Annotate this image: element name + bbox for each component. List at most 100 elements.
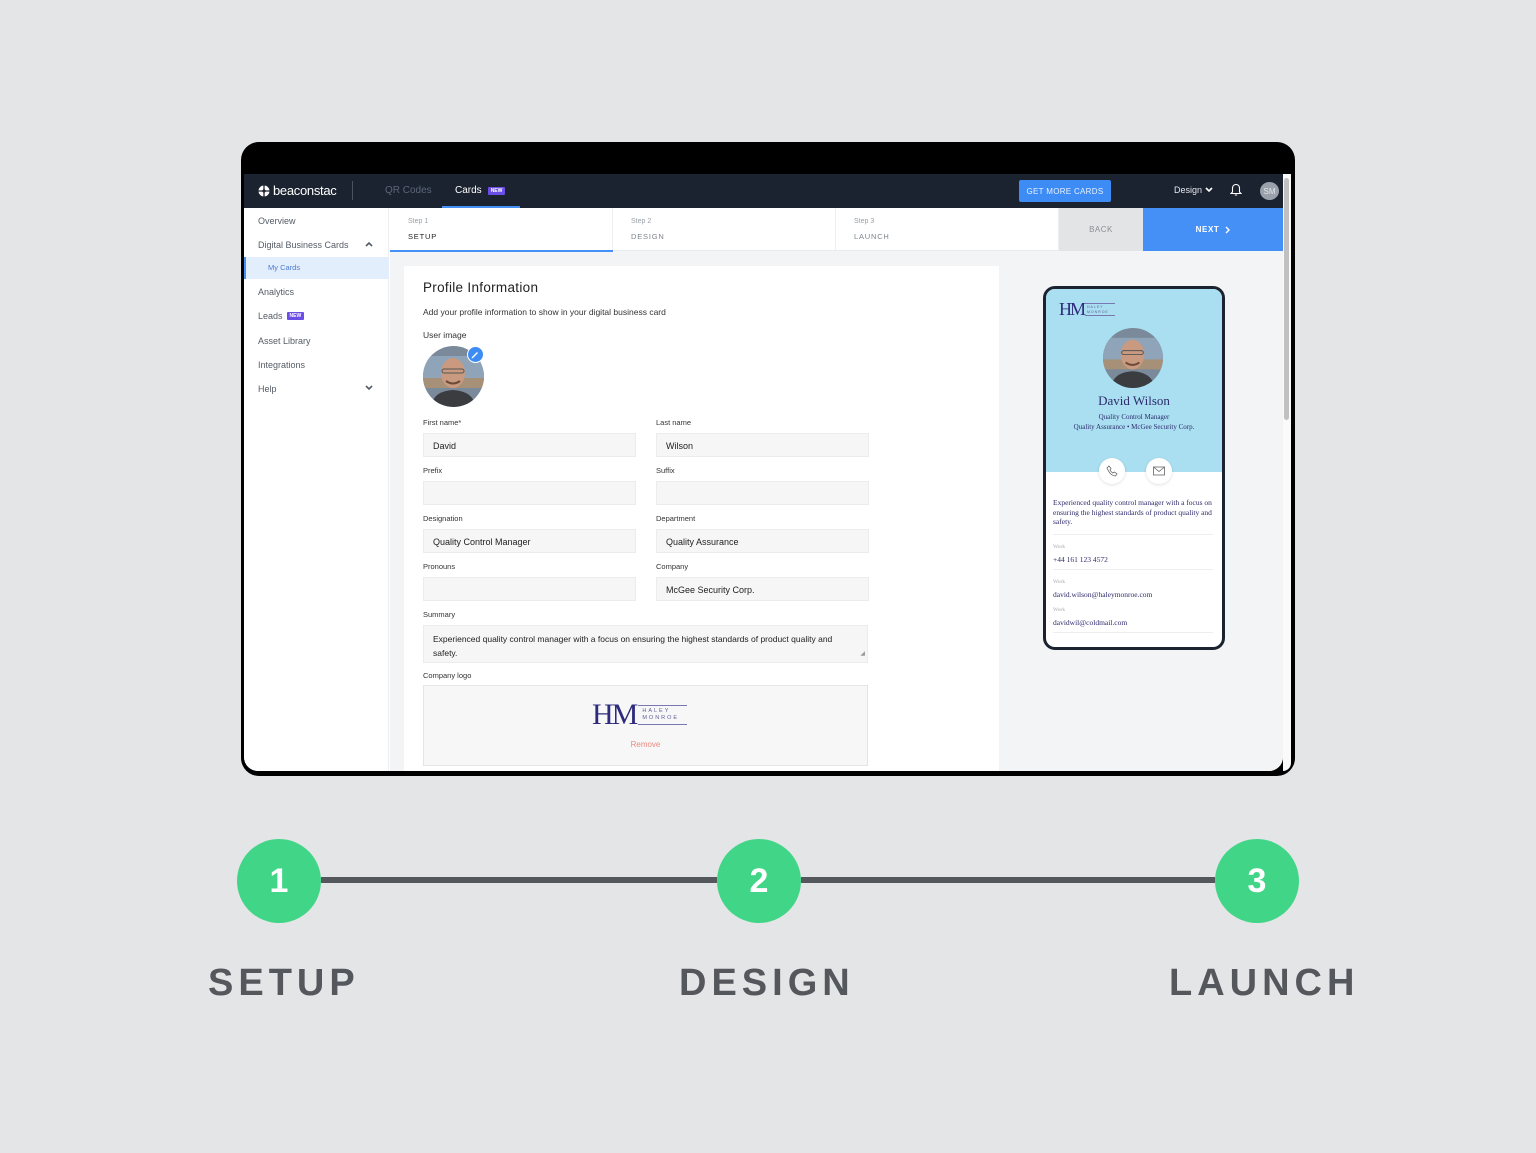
- top-nav: beaconstac QR Codes Cards NEW GET MORE C…: [244, 174, 1283, 208]
- chevron-down-icon: [1205, 187, 1213, 193]
- preview-summary: Experienced quality control manager with…: [1053, 498, 1212, 526]
- step-number: Step 2: [631, 218, 652, 225]
- step-name: SETUP: [408, 232, 438, 241]
- remove-logo-link[interactable]: Remove: [424, 740, 867, 749]
- device-frame: beaconstac QR Codes Cards NEW GET MORE C…: [241, 142, 1295, 776]
- sidebar-item-asset-library[interactable]: Asset Library: [258, 336, 311, 346]
- prefix-label: Prefix: [423, 466, 443, 475]
- logo-initials: HM: [1059, 299, 1086, 319]
- nav-tab-cards[interactable]: Cards NEW: [455, 185, 506, 196]
- summary-textarea[interactable]: Experienced quality control manager with…: [423, 625, 868, 663]
- preview-photo: [1103, 328, 1163, 388]
- designation-input[interactable]: Quality Control Manager: [423, 529, 636, 553]
- email-button[interactable]: [1146, 458, 1172, 484]
- panel-title: Profile Information: [423, 280, 539, 295]
- page-scrollbar[interactable]: [1283, 174, 1291, 771]
- contact-type: Work: [1053, 544, 1066, 550]
- sidebar-item-overview[interactable]: Overview: [258, 216, 296, 226]
- logo-line1: HALEY: [642, 708, 671, 715]
- preview-designation: Quality Control Manager: [1098, 413, 1170, 421]
- last-name-input[interactable]: Wilson: [656, 433, 869, 457]
- pronouns-input[interactable]: [423, 577, 636, 601]
- summary-text: Experienced quality control manager with…: [433, 634, 833, 658]
- logo-initials: HM: [592, 698, 638, 731]
- sidebar-item-help[interactable]: Help: [258, 384, 277, 394]
- next-button[interactable]: NEXT: [1143, 208, 1283, 251]
- user-image-label: User image: [423, 330, 467, 340]
- sidebar-item-my-cards[interactable]: My Cards: [244, 257, 389, 279]
- chevron-up-icon[interactable]: [365, 241, 373, 247]
- profile-form-panel: Profile Information Add your profile inf…: [404, 266, 999, 771]
- workspace-dropdown-label: Design: [1174, 185, 1203, 195]
- sidebar-item-integrations[interactable]: Integrations: [258, 360, 305, 370]
- wizard-step-design[interactable]: Step 2 DESIGN: [613, 208, 836, 251]
- new-badge: NEW: [286, 312, 305, 320]
- logo-line2: MONROE: [642, 715, 680, 721]
- progress-connector: [801, 877, 1215, 883]
- user-avatar[interactable]: SM: [1260, 182, 1279, 200]
- chevron-down-icon[interactable]: [365, 385, 373, 391]
- nav-tab-qr-codes[interactable]: QR Codes: [385, 185, 432, 196]
- wizard-step-launch[interactable]: Step 3 LAUNCH: [836, 208, 1059, 251]
- process-step-label: LAUNCH: [1169, 962, 1360, 1004]
- workspace-dropdown[interactable]: Design: [1174, 185, 1213, 195]
- process-step-label: SETUP: [208, 962, 360, 1004]
- logo-wordmark: HALEY MONROE: [1085, 303, 1115, 316]
- call-button[interactable]: [1099, 458, 1125, 484]
- last-name-label: Last name: [656, 418, 692, 427]
- sidebar-item-analytics[interactable]: Analytics: [258, 287, 294, 297]
- app-screen: beaconstac QR Codes Cards NEW GET MORE C…: [244, 174, 1283, 771]
- card-header: HM HALEY MONROE David Wilson Quality Con…: [1046, 289, 1222, 472]
- suffix-input[interactable]: [656, 481, 869, 505]
- suffix-label: Suffix: [656, 466, 675, 475]
- progress-connector: [321, 877, 717, 883]
- brand-logo[interactable]: beaconstac: [258, 183, 337, 198]
- sidebar-item-leads[interactable]: Leads NEW: [258, 311, 305, 321]
- sidebar-item-digital-business-cards[interactable]: Digital Business Cards: [258, 240, 349, 250]
- preview-phone-number[interactable]: +44 161 123 4572: [1053, 555, 1108, 564]
- sidebar-item-my-cards-label: My Cards: [268, 263, 301, 272]
- pencil-icon: [471, 352, 478, 359]
- first-name-input[interactable]: David: [423, 433, 636, 457]
- preview-email-personal[interactable]: davidwil@coldmail.com: [1053, 618, 1127, 627]
- company-input[interactable]: McGee Security Corp.: [656, 577, 869, 601]
- brand-name: beaconstac: [273, 183, 337, 198]
- company-logo-upload[interactable]: HM HALEY MONROE Remove: [423, 685, 868, 766]
- edit-photo-button[interactable]: [467, 346, 484, 363]
- nav-divider: [352, 181, 353, 200]
- new-badge: NEW: [487, 186, 506, 195]
- preview-name: David Wilson: [1098, 393, 1170, 408]
- logo-line2: MONROE: [1087, 309, 1109, 314]
- first-name-label: First name*: [423, 418, 462, 427]
- contact-type: Work: [1053, 607, 1066, 613]
- mail-icon: [1153, 466, 1165, 476]
- sidebar-item-leads-label: Leads: [258, 311, 283, 321]
- department-input[interactable]: Quality Assurance: [656, 529, 869, 553]
- logo-wordmark: HALEY MONROE: [638, 705, 688, 725]
- wizard-step-setup[interactable]: Step 1 SETUP: [390, 208, 613, 252]
- back-button[interactable]: BACK: [1059, 208, 1143, 251]
- process-step-dot: 3: [1215, 839, 1299, 923]
- wizard-steps: Step 1 SETUP Step 2 DESIGN Step 3 LAUNCH…: [390, 208, 1283, 252]
- step-name: LAUNCH: [854, 232, 890, 241]
- summary-label: Summary: [423, 610, 456, 619]
- divider: [1053, 569, 1213, 570]
- step-number: Step 3: [854, 218, 875, 225]
- company-logo-image: HM HALEY MONROE: [592, 698, 688, 732]
- resize-handle-icon[interactable]: ◢: [860, 647, 865, 661]
- step-name: DESIGN: [631, 232, 665, 241]
- panel-subtitle: Add your profile information to show in …: [423, 307, 666, 317]
- company-label: Company: [656, 562, 689, 571]
- divider: [1053, 632, 1213, 633]
- chevron-right-icon: [1225, 226, 1231, 233]
- preview-org: Quality Assurance • McGee Security Corp.: [1073, 423, 1195, 431]
- preview-company-logo: HM HALEY MONROE: [1059, 299, 1115, 320]
- next-button-label: NEXT: [1195, 225, 1220, 234]
- department-label: Department: [656, 514, 696, 523]
- bell-icon[interactable]: [1230, 183, 1242, 197]
- prefix-input[interactable]: [423, 481, 636, 505]
- get-more-cards-button[interactable]: GET MORE CARDS: [1019, 180, 1111, 202]
- preview-email-work[interactable]: david.wilson@haleymonroe.com: [1053, 590, 1152, 599]
- scrollbar-thumb[interactable]: [1284, 178, 1289, 420]
- process-step-dot: 1: [237, 839, 321, 923]
